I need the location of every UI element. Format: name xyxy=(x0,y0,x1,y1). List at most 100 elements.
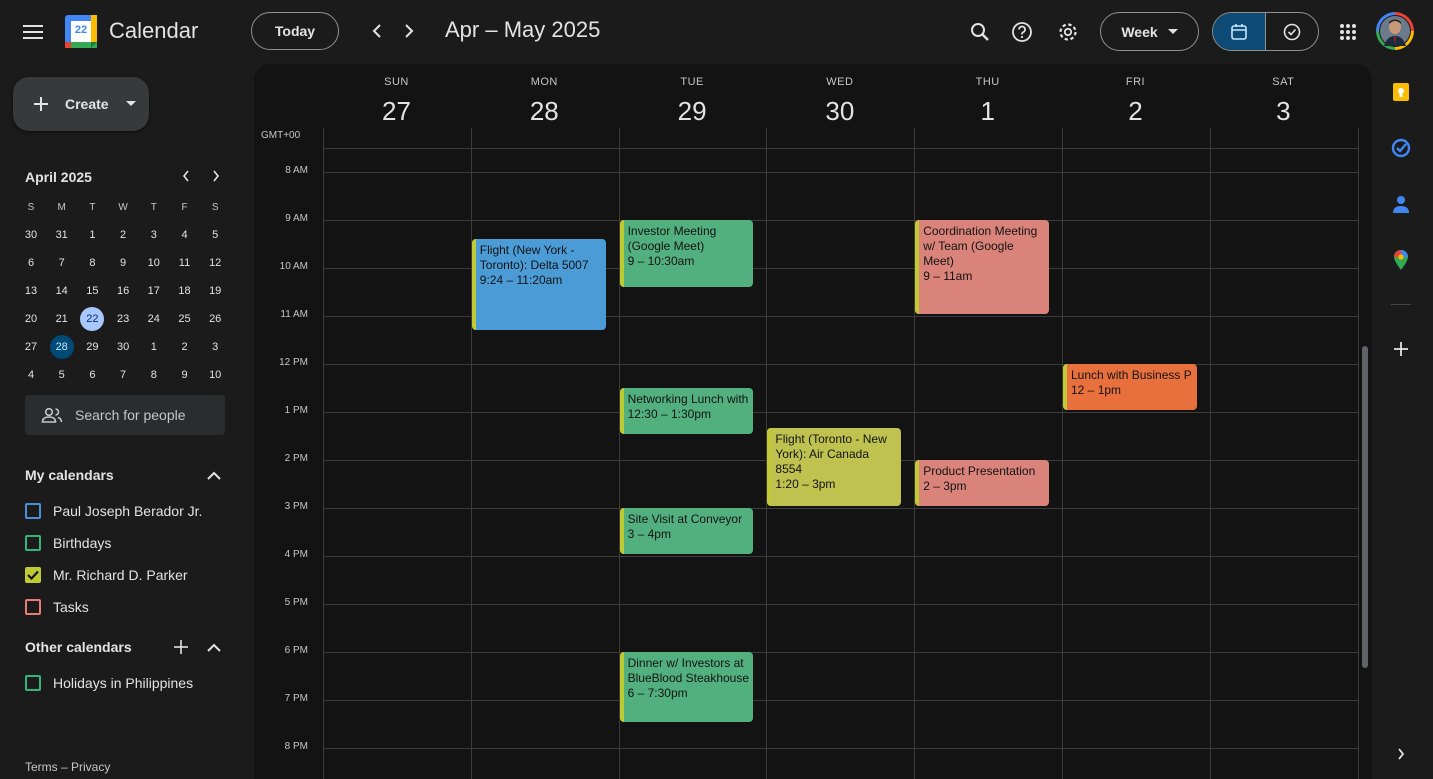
today-button[interactable]: Today xyxy=(251,12,339,50)
search-icon[interactable] xyxy=(964,16,996,48)
mini-calendar-day[interactable]: 15 xyxy=(77,278,107,304)
day-number[interactable]: 3 xyxy=(1210,96,1357,127)
mini-calendar-day[interactable]: 4 xyxy=(170,222,200,248)
mini-calendar-day[interactable]: 21 xyxy=(47,306,77,332)
day-header[interactable]: THU 1 xyxy=(914,64,1061,127)
mini-calendar-day[interactable]: 25 xyxy=(170,306,200,332)
mini-calendar-day[interactable]: 16 xyxy=(108,278,138,304)
calendar-list-item[interactable]: Mr. Richard D. Parker xyxy=(25,567,188,583)
week-view-scrollbar[interactable] xyxy=(1362,346,1368,668)
calendar-event[interactable]: Lunch with Business P 12 – 1pm xyxy=(1063,364,1197,410)
mini-calendar-day[interactable]: 29 xyxy=(77,334,107,360)
calendar-list-item[interactable]: Birthdays xyxy=(25,535,111,551)
mini-calendar-day[interactable]: 3 xyxy=(200,334,230,360)
day-number[interactable]: 27 xyxy=(323,96,470,127)
maps-icon[interactable] xyxy=(1389,248,1413,272)
calendar-list-item[interactable]: Tasks xyxy=(25,599,89,615)
account-avatar[interactable] xyxy=(1376,12,1414,50)
mini-calendar-day[interactable]: 23 xyxy=(108,306,138,332)
people-search-input[interactable]: Search for people xyxy=(25,395,225,435)
mini-calendar-day[interactable]: 24 xyxy=(139,306,169,332)
day-number[interactable]: 30 xyxy=(766,96,913,127)
apps-grid-icon[interactable] xyxy=(1332,16,1364,48)
mini-calendar-day[interactable]: 28 xyxy=(47,334,77,360)
mini-calendar-day[interactable]: 8 xyxy=(139,362,169,388)
mini-calendar-day[interactable]: 18 xyxy=(170,278,200,304)
mini-calendar-day[interactable]: 11 xyxy=(170,250,200,276)
show-side-panel-chevron-right-icon[interactable] xyxy=(1389,742,1413,766)
mini-calendar-day[interactable]: 30 xyxy=(108,334,138,360)
calendar-checkbox[interactable] xyxy=(25,599,41,615)
next-week-button[interactable] xyxy=(396,18,422,44)
calendar-event[interactable]: Product Presentation 2 – 3pm xyxy=(915,460,1049,506)
other-calendars-title[interactable]: Other calendars xyxy=(25,639,132,655)
collapse-my-calendars-chevron-up-icon[interactable] xyxy=(203,464,225,486)
calendar-event[interactable]: Dinner w/ Investors at BlueBlood Steakho… xyxy=(619,652,754,722)
day-header[interactable]: SAT 3 xyxy=(1210,64,1357,127)
main-menu-icon[interactable] xyxy=(17,16,49,48)
tasks-icon[interactable] xyxy=(1389,136,1413,160)
mini-calendar-day[interactable]: 27 xyxy=(16,334,46,360)
mini-calendar-day[interactable]: 13 xyxy=(16,278,46,304)
mini-calendar-day[interactable]: 5 xyxy=(200,222,230,248)
day-header[interactable]: MON 28 xyxy=(471,64,618,127)
day-header[interactable]: WED 30 xyxy=(766,64,913,127)
mini-calendar-day[interactable]: 31 xyxy=(47,222,77,248)
tasks-mode-button[interactable] xyxy=(1265,13,1318,50)
mini-calendar-day[interactable]: 12 xyxy=(200,250,230,276)
mini-calendar-day[interactable]: 22 xyxy=(77,306,107,332)
day-number[interactable]: 2 xyxy=(1062,96,1209,127)
day-number[interactable]: 1 xyxy=(914,96,1061,127)
mini-calendar-day[interactable]: 30 xyxy=(16,222,46,248)
mini-calendar-day[interactable]: 4 xyxy=(16,362,46,388)
add-other-calendar-plus-icon[interactable] xyxy=(170,636,192,658)
calendar-event[interactable]: Flight (Toronto - New York): Air Canada … xyxy=(767,427,902,506)
terms-privacy-links[interactable]: Terms – Privacy xyxy=(25,760,110,774)
day-header[interactable]: TUE 29 xyxy=(619,64,766,127)
mini-calendar-day[interactable]: 9 xyxy=(170,362,200,388)
collapse-other-calendars-chevron-up-icon[interactable] xyxy=(203,636,225,658)
get-add-ons-plus-icon[interactable] xyxy=(1389,337,1413,361)
calendar-event[interactable]: Coordination Meeting w/ Team (Google Mee… xyxy=(915,220,1049,314)
mini-calendar-day[interactable]: 19 xyxy=(200,278,230,304)
calendar-event[interactable]: Site Visit at Conveyor 3 – 4pm xyxy=(619,508,754,554)
mini-calendar-day[interactable]: 10 xyxy=(139,250,169,276)
mini-calendar-day[interactable]: 2 xyxy=(108,222,138,248)
create-button[interactable]: Create xyxy=(13,77,149,131)
mini-calendar-day[interactable]: 1 xyxy=(139,334,169,360)
my-calendars-title[interactable]: My calendars xyxy=(25,467,114,483)
mini-calendar-day[interactable]: 2 xyxy=(170,334,200,360)
mini-calendar-day[interactable]: 26 xyxy=(200,306,230,332)
day-number[interactable]: 29 xyxy=(619,96,766,127)
day-number[interactable]: 28 xyxy=(471,96,618,127)
previous-week-button[interactable] xyxy=(364,18,390,44)
mini-calendar-day[interactable]: 8 xyxy=(77,250,107,276)
calendar-checkbox[interactable] xyxy=(25,675,41,691)
day-header[interactable]: FRI 2 xyxy=(1062,64,1209,127)
mini-calendar-day[interactable]: 9 xyxy=(108,250,138,276)
calendar-checkbox[interactable] xyxy=(25,567,41,583)
mini-calendar-prev-button[interactable] xyxy=(175,165,197,187)
help-icon[interactable] xyxy=(1006,16,1038,48)
calendar-event[interactable]: Networking Lunch with 12:30 – 1:30pm xyxy=(619,388,754,434)
mini-calendar-day[interactable]: 14 xyxy=(47,278,77,304)
contacts-icon[interactable] xyxy=(1389,192,1413,216)
mini-calendar-day[interactable]: 17 xyxy=(139,278,169,304)
calendar-checkbox[interactable] xyxy=(25,535,41,551)
calendar-event[interactable]: Flight (New York - Toronto): Delta 5007 9… xyxy=(471,239,606,331)
settings-gear-icon[interactable] xyxy=(1052,16,1084,48)
view-select[interactable]: Week xyxy=(1100,12,1199,51)
mini-calendar-day[interactable]: 20 xyxy=(16,306,46,332)
mini-calendar-day[interactable]: 10 xyxy=(200,362,230,388)
calendar-event[interactable]: Investor Meeting (Google Meet) 9 – 10:30a… xyxy=(619,220,754,288)
calendar-list-item[interactable]: Paul Joseph Berador Jr. xyxy=(25,503,202,519)
calendar-list-item[interactable]: Holidays in Philippines xyxy=(25,675,193,691)
mini-calendar-day[interactable]: 7 xyxy=(47,250,77,276)
mini-calendar-day[interactable]: 6 xyxy=(77,362,107,388)
mini-calendar-day[interactable]: 6 xyxy=(16,250,46,276)
mini-calendar-next-button[interactable] xyxy=(205,165,227,187)
mini-calendar-day[interactable]: 1 xyxy=(77,222,107,248)
keep-icon[interactable] xyxy=(1389,80,1413,104)
mini-calendar-day[interactable]: 7 xyxy=(108,362,138,388)
app-title[interactable]: Calendar xyxy=(109,18,198,44)
